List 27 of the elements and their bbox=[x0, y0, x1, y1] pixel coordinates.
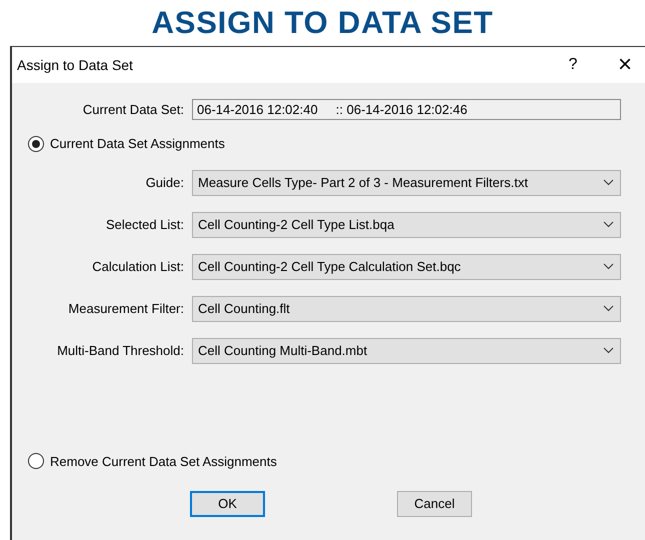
radio-label: Current Data Set Assignments bbox=[50, 135, 225, 153]
ok-button[interactable]: OK bbox=[190, 491, 265, 517]
dropdown[interactable]: Cell Counting Multi-Band.mbt bbox=[192, 338, 621, 364]
radio-button[interactable] bbox=[28, 136, 44, 152]
page-heading: ASSIGN TO DATA SET bbox=[152, 4, 494, 42]
field-label: Measurement Filter: bbox=[67, 300, 185, 318]
dropdown[interactable]: Cell Counting-2 Cell Type Calculation Set.bqc bbox=[192, 254, 621, 280]
chevron-down-icon bbox=[603, 221, 614, 228]
dropdown[interactable]: Cell Counting-2 Cell Type List.bqa bbox=[192, 212, 621, 238]
chevron-down-icon bbox=[603, 263, 614, 270]
current-data-set-field: 06-14-2016 12:02:40 :: 06-14-2016 12:02:46 bbox=[192, 99, 621, 120]
field-label: Calculation List: bbox=[91, 258, 185, 276]
radio-button[interactable] bbox=[28, 453, 44, 470]
help-button[interactable]: ? bbox=[558, 53, 588, 77]
field-label: Current Data Set: bbox=[82, 100, 185, 119]
field-label: Guide: bbox=[144, 174, 185, 192]
chevron-down-icon bbox=[603, 179, 614, 186]
chevron-down-icon bbox=[603, 347, 614, 354]
window-title: Assign to Data Set bbox=[17, 56, 134, 75]
close-button[interactable]: × bbox=[610, 53, 640, 77]
field-label: Selected List: bbox=[104, 216, 185, 234]
radio-label: Remove Current Data Set Assignments bbox=[50, 452, 277, 471]
chevron-down-icon bbox=[603, 305, 614, 312]
cancel-button[interactable]: Cancel bbox=[397, 491, 472, 517]
dropdown[interactable]: Measure Cells Type- Part 2 of 3 - Measurement Filters.txt bbox=[192, 170, 621, 196]
dropdown[interactable]: Cell Counting.flt bbox=[192, 296, 621, 322]
field-label: Multi-Band Threshold: bbox=[56, 342, 185, 360]
